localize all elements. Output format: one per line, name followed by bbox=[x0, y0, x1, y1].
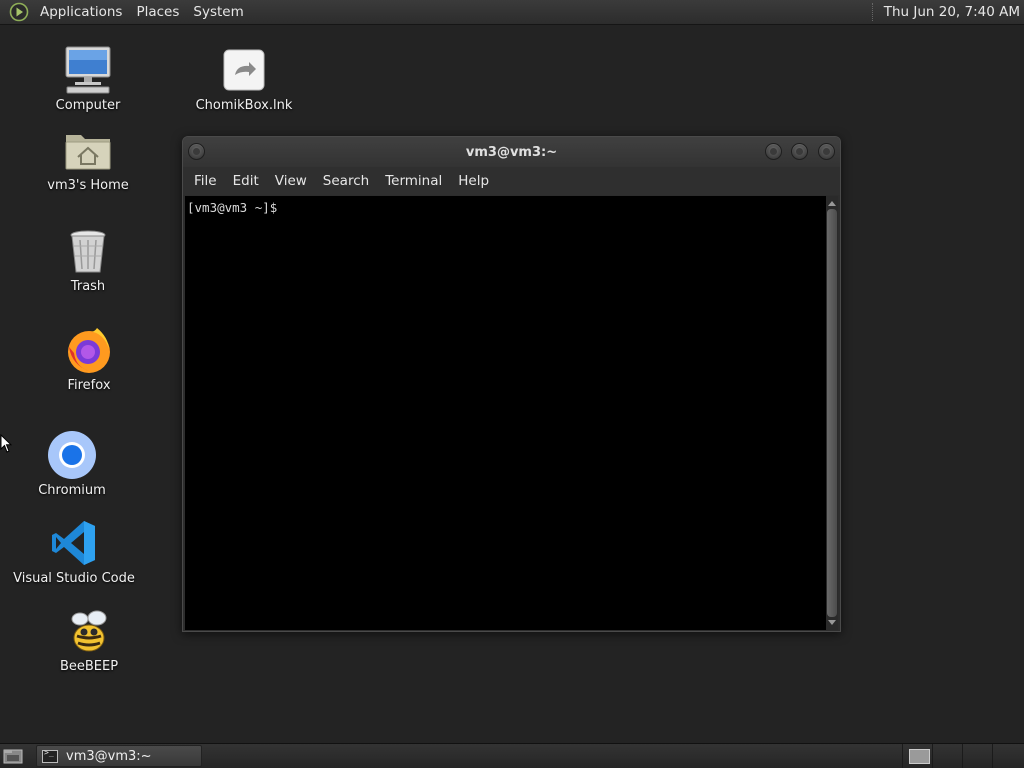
computer-icon bbox=[65, 46, 111, 94]
close-button[interactable] bbox=[818, 143, 835, 160]
window-menu-button[interactable] bbox=[188, 143, 205, 160]
workspace-switcher bbox=[902, 744, 1022, 768]
firefox-icon bbox=[68, 328, 110, 373]
terminal-icon bbox=[42, 748, 58, 763]
desktop-icon-label: vm3's Home bbox=[47, 178, 129, 193]
menu-edit[interactable]: Edit bbox=[225, 173, 267, 189]
scroll-down-arrow-icon[interactable] bbox=[828, 620, 836, 625]
desktop-icon-label: ChomikBox.lnk bbox=[195, 98, 293, 113]
desktop-icon-beebeep[interactable]: BeeBEEP bbox=[24, 606, 154, 674]
terminal-output[interactable]: [vm3@vm3 ~]$ bbox=[185, 196, 827, 630]
scroll-up-arrow-icon[interactable] bbox=[828, 201, 836, 206]
maximize-button[interactable] bbox=[791, 143, 808, 160]
chromium-icon bbox=[48, 431, 96, 479]
menu-file[interactable]: File bbox=[186, 173, 225, 189]
menu-search[interactable]: Search bbox=[315, 173, 377, 189]
desktop-icon-chromium[interactable]: Chromium bbox=[7, 430, 137, 498]
desktop-icon-label: Trash bbox=[70, 279, 106, 294]
top-panel: Applications Places System Thu Jun 20, 7… bbox=[0, 0, 1024, 25]
window-title: vm3@vm3:~ bbox=[465, 144, 558, 160]
taskbar-item-terminal[interactable]: vm3@vm3:~ bbox=[36, 745, 202, 767]
workspace-2[interactable] bbox=[932, 744, 962, 768]
scrollbar-thumb[interactable] bbox=[827, 209, 837, 617]
workspace-3[interactable] bbox=[962, 744, 992, 768]
menu-view[interactable]: View bbox=[267, 173, 315, 189]
desktop-icon-label: BeeBEEP bbox=[59, 659, 119, 674]
mouse-pointer-icon bbox=[0, 434, 12, 453]
applications-menu[interactable]: Applications bbox=[33, 0, 129, 25]
desktop-icon-firefox[interactable]: Firefox bbox=[24, 325, 154, 393]
beebeep-icon bbox=[71, 610, 107, 652]
desktop-icon-label: Chromium bbox=[38, 483, 106, 498]
desktop-icon-label: Computer bbox=[55, 98, 121, 113]
desktop-icon-trash[interactable]: Trash bbox=[23, 226, 153, 294]
home-folder-icon bbox=[65, 135, 111, 170]
clock[interactable]: Thu Jun 20, 7:40 AM bbox=[884, 4, 1024, 20]
applications-logo-icon[interactable] bbox=[9, 2, 29, 22]
desktop-icon-home[interactable]: vm3's Home bbox=[23, 125, 153, 193]
bottom-panel: vm3@vm3:~ bbox=[0, 743, 1024, 768]
show-desktop-icon[interactable] bbox=[2, 747, 24, 765]
terminal-scrollbar[interactable] bbox=[826, 196, 838, 630]
workspace-1[interactable] bbox=[902, 744, 932, 768]
desktop-icon-chomikbox[interactable]: ChomikBox.lnk bbox=[179, 45, 309, 113]
workspace-4[interactable] bbox=[992, 744, 1022, 768]
desktop-icon-label: Firefox bbox=[67, 378, 111, 393]
panel-separator bbox=[871, 3, 874, 21]
terminal-window[interactable]: vm3@vm3:~ File Edit View Search Terminal… bbox=[182, 136, 841, 632]
vscode-icon bbox=[52, 521, 95, 565]
menu-terminal[interactable]: Terminal bbox=[377, 173, 450, 189]
desktop-icon-vscode[interactable]: Visual Studio Code bbox=[9, 518, 139, 586]
desktop-icon-computer[interactable]: Computer bbox=[23, 45, 153, 113]
minimize-button[interactable] bbox=[765, 143, 782, 160]
desktop-icon-label: Visual Studio Code bbox=[13, 571, 135, 586]
taskbar-item-label: vm3@vm3:~ bbox=[66, 748, 152, 764]
window-titlebar[interactable]: vm3@vm3:~ bbox=[183, 137, 840, 167]
trash-icon bbox=[70, 230, 106, 273]
places-menu[interactable]: Places bbox=[129, 0, 186, 25]
system-menu[interactable]: System bbox=[186, 0, 250, 25]
terminal-menubar: File Edit View Search Terminal Help bbox=[183, 167, 840, 195]
shortcut-file-icon bbox=[223, 49, 265, 91]
shell-prompt: [vm3@vm3 ~]$ bbox=[187, 200, 278, 215]
menu-help[interactable]: Help bbox=[450, 173, 497, 189]
